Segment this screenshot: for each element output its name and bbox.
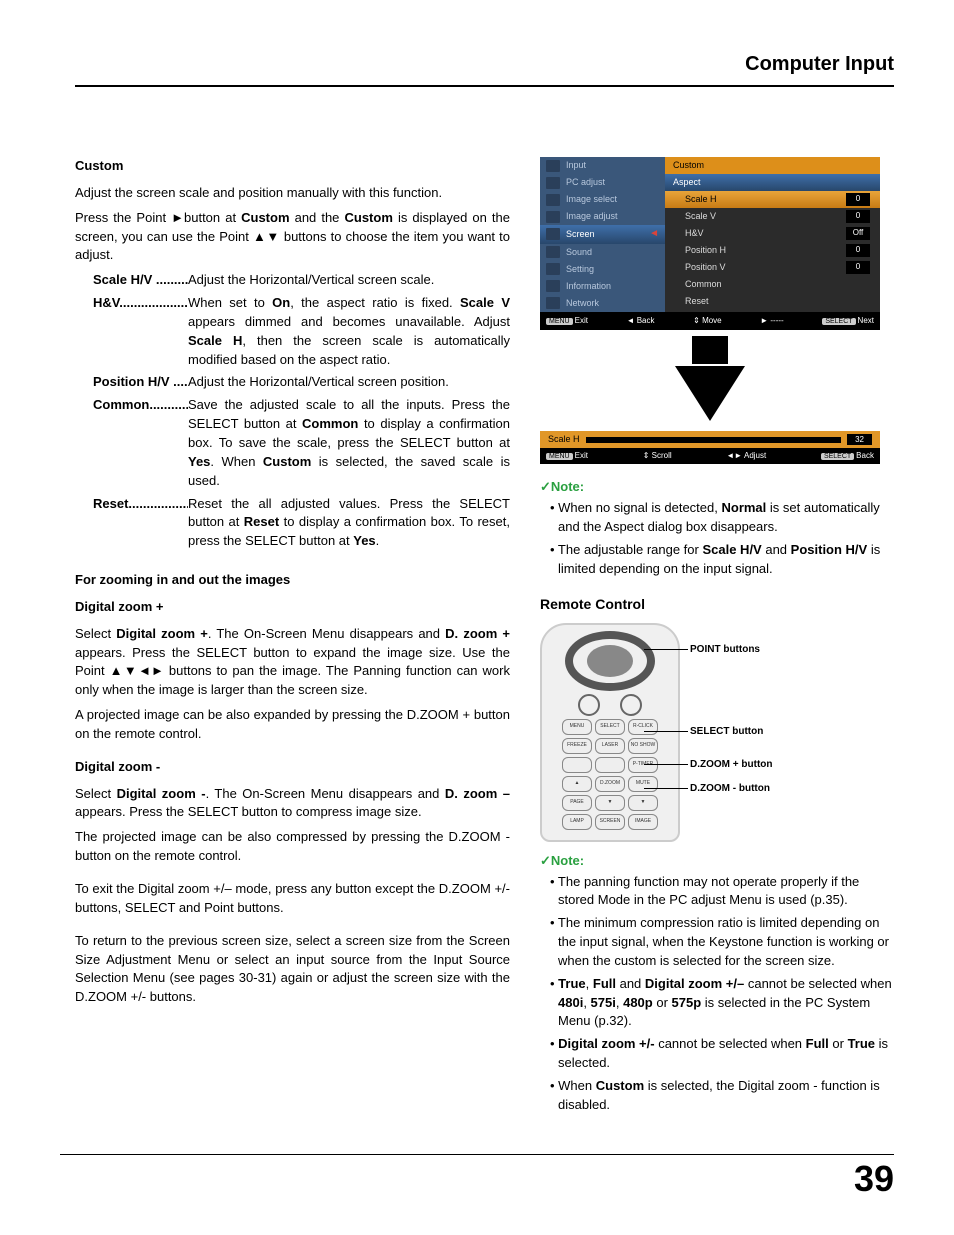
osd-left-menu: Input PC adjust Image select Image adjus… — [540, 157, 665, 312]
dzoom-exit: To exit the Digital zoom +/– mode, press… — [75, 880, 510, 918]
osd-menu-sound: Sound — [540, 244, 665, 261]
dzoom-plus-p2: A projected image can be also expanded b… — [75, 706, 510, 744]
dzoom-minus-p2: The projected image can be also compress… — [75, 828, 510, 866]
label-select: SELECT button — [690, 725, 773, 740]
page-number: 39 — [854, 1153, 894, 1205]
remote-heading: Remote Control — [540, 594, 894, 614]
osd-menu-pcadjust: PC adjust — [540, 174, 665, 191]
osd-menu-input: Input — [540, 157, 665, 174]
note1-heading: ✓Note: — [540, 478, 894, 497]
osd-aspect-sub: Aspect — [665, 174, 880, 191]
dzoom-minus-heading: Digital zoom - — [75, 758, 510, 777]
custom-heading: Custom — [75, 157, 510, 176]
osd-row-hv: H&VOff — [665, 225, 880, 242]
footer-rule — [60, 1154, 894, 1155]
dzoom-return: To return to the previous screen size, s… — [75, 932, 510, 1007]
osd-custom-head: Custom — [665, 157, 880, 174]
label-point: POINT buttons — [690, 643, 773, 658]
osd-scale-bar: Scale H 32 — [540, 431, 880, 448]
zoom-heading: For zooming in and out the images — [75, 571, 510, 590]
remote-body: MENUSELECTR-CLICK FREEZELASERNO SHOW P-T… — [540, 623, 680, 842]
osd-menu-setting: Setting — [540, 261, 665, 278]
remote-diagram: MENUSELECTR-CLICK FREEZELASERNO SHOW P-T… — [540, 623, 894, 842]
osd-screenshot: Input PC adjust Image select Image adjus… — [540, 157, 880, 464]
note2-list: • The panning function may not operate p… — [550, 873, 894, 1115]
osd-footer: MENUExit ◄ Back ⇕ Move ► ----- SELECTNex… — [540, 312, 880, 330]
remote-label-column: POINT buttons SELECT button D.ZOOM + but… — [690, 623, 773, 842]
osd-menu-imageselect: Image select — [540, 191, 665, 208]
osd-row-posv: Position V0 — [665, 259, 880, 276]
arrow-down-icon — [675, 366, 745, 421]
note1-list: • When no signal is detected, Normal is … — [550, 499, 894, 578]
label-dzoom-minus: D.ZOOM - button — [690, 782, 773, 797]
remote-rclick — [620, 694, 642, 716]
label-dzoom-plus: D.ZOOM + button — [690, 758, 773, 773]
page-title: Computer Input — [75, 50, 894, 87]
osd-bar-footer: MENUExit ⇕ Scroll ◄► Adjust SELECTBack — [540, 448, 880, 464]
dzoom-plus-heading: Digital zoom + — [75, 598, 510, 617]
left-column: Custom Adjust the screen scale and posit… — [75, 157, 510, 1119]
osd-right-panel: Custom Aspect Scale H0 Scale V0 H&VOff P… — [665, 157, 880, 312]
dzoom-minus-p1: Select Digital zoom -. The On-Screen Men… — [75, 785, 510, 823]
dzoom-plus-p1: Select Digital zoom +. The On-Screen Men… — [75, 625, 510, 700]
custom-press: Press the Point ►button at Custom and th… — [75, 209, 510, 266]
osd-row-reset: Reset — [665, 293, 880, 310]
osd-menu-imageadjust: Image adjust — [540, 208, 665, 225]
osd-menu-information: Information — [540, 278, 665, 295]
remote-point-ring — [565, 631, 655, 691]
arrow-stem — [692, 336, 728, 364]
osd-menu-network: Network — [540, 295, 665, 312]
osd-row-posh: Position H0 — [665, 242, 880, 259]
definition-list: Scale H/V ..........Adjust the Horizonta… — [93, 271, 510, 551]
osd-row-common: Common — [665, 276, 880, 293]
remote-button-grid: MENUSELECTR-CLICK FREEZELASERNO SHOW P-T… — [562, 719, 658, 830]
osd-menu-screen: Screen◄ — [540, 225, 665, 244]
osd-row-scalev: Scale V0 — [665, 208, 880, 225]
osd-row-scaleh: Scale H0 — [665, 191, 880, 208]
right-column: Input PC adjust Image select Image adjus… — [540, 157, 894, 1119]
custom-intro: Adjust the screen scale and position man… — [75, 184, 510, 203]
note2-heading: ✓Note: — [540, 852, 894, 871]
remote-lclick — [578, 694, 600, 716]
